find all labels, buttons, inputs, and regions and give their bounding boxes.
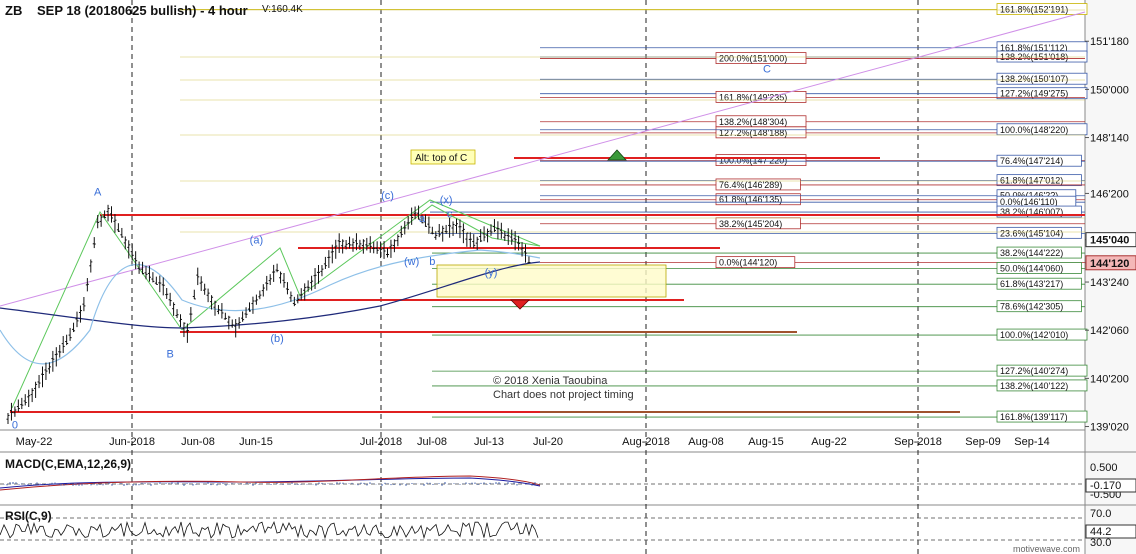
- fib-level-label: 23.6%(145'104): [1000, 228, 1063, 238]
- rsi-tick: 30.0: [1090, 537, 1111, 549]
- rsi-label: RSI(C,9): [5, 509, 52, 523]
- price-axis: 151'180 150'000 148'140 146'200 145'040 144'1…: [1085, 36, 1136, 434]
- chart-window: 161.8%(152'191)161.8%(151'112)138.2%(151…: [0, 0, 1136, 554]
- fib-level-label: 61.8%(143'217): [1000, 279, 1063, 289]
- rsi-tick: 70.0: [1090, 508, 1111, 520]
- volume-label: V:160.4K: [262, 4, 303, 15]
- macd-tick: 0.500: [1090, 462, 1118, 474]
- macd-value: -0.170: [1090, 480, 1121, 492]
- fib-level-label: 76.4%(146'289): [719, 180, 782, 190]
- wave-label: 0: [12, 419, 18, 431]
- fib-level-label: 138.2%(140'122): [1000, 381, 1068, 391]
- time-axis-label: Jul-20: [533, 436, 563, 448]
- time-axis-label: Aug-2018: [622, 436, 670, 448]
- time-axis-label: Jul-13: [474, 436, 504, 448]
- time-axis-label: May-22: [16, 436, 53, 448]
- symbol-label: ZB: [5, 3, 22, 18]
- alt-label: Alt: top of C: [415, 153, 467, 164]
- price-tick-label: 150'000: [1090, 84, 1129, 96]
- current-price-label: 145'040: [1090, 235, 1129, 247]
- wave-label: c: [447, 208, 453, 220]
- time-axis-label: Jun-08: [181, 436, 215, 448]
- price-tick-label: 148'140: [1090, 133, 1129, 145]
- fib-level-label: 161.8%(149'235): [719, 92, 787, 102]
- time-axis-label: Jul-2018: [360, 436, 402, 448]
- wave-label: (a): [250, 235, 263, 247]
- copyright-text: © 2018 Xenia Taoubina: [493, 375, 608, 387]
- price-chart[interactable]: 161.8%(152'191)161.8%(151'112)138.2%(151…: [0, 0, 1136, 554]
- time-axis-label: Sep-2018: [894, 436, 942, 448]
- wave-label: (y): [485, 267, 498, 279]
- price-tick-label: 140'200: [1090, 373, 1129, 385]
- watermark: motivewave.com: [1013, 544, 1080, 554]
- time-axis-label: Jun-15: [239, 436, 273, 448]
- wave-label: (b): [270, 333, 283, 345]
- fib-level-label: 127.2%(140'274): [1000, 366, 1068, 376]
- fib-level-label: 100.0%(148'220): [1000, 125, 1068, 135]
- fib-level-label: 138.2%(150'107): [1000, 74, 1068, 84]
- fib-level-label: 100.0%(142'010): [1000, 330, 1068, 340]
- wave-label: (x): [440, 194, 453, 206]
- price-tick-label: 146'200: [1090, 188, 1129, 200]
- fib-level-label: 61.8%(146'135): [719, 195, 782, 205]
- wave-label: a: [419, 213, 426, 225]
- wave-label: (c): [381, 190, 394, 202]
- fib-level-label: 138.2%(148'304): [719, 117, 787, 127]
- fib-level-label: 127.2%(148'188): [719, 128, 787, 138]
- price-tick-label: 151'180: [1090, 36, 1129, 48]
- time-axis-label: Sep-14: [1014, 436, 1049, 448]
- wave-label: A: [94, 187, 102, 199]
- wave-label: (w): [404, 256, 419, 268]
- time-axis-label: Jul-08: [417, 436, 447, 448]
- timing-note: Chart does not project timing: [493, 389, 634, 401]
- price-tick-label: 143'240: [1090, 277, 1129, 289]
- fib-level-label: 76.4%(147'214): [1000, 156, 1063, 166]
- fib-level-label: 78.6%(142'305): [1000, 302, 1063, 312]
- fib-level-label: 0.0%(144'120): [719, 258, 777, 268]
- price-tick-label: 142'060: [1090, 325, 1129, 337]
- time-axis-label: Jun-2018: [109, 436, 155, 448]
- wave-label: B: [166, 349, 173, 361]
- fib-level-label: 161.8%(139'117): [1000, 412, 1068, 422]
- target-zone-box: [436, 264, 667, 298]
- fib-level-label: 61.8%(147'012): [1000, 176, 1063, 186]
- wave-label: b: [429, 256, 435, 268]
- fib-level-label: 161.8%(152'191): [1000, 5, 1068, 15]
- time-axis-label: Sep-09: [965, 436, 1000, 448]
- fib-level-label: 200.0%(151'000): [719, 54, 787, 64]
- chart-title: SEP 18 (20180625 bullish) - 4 hour: [37, 3, 248, 18]
- fib-level-label: 50.0%(144'060): [1000, 263, 1063, 273]
- time-axis-label: Aug-22: [811, 436, 846, 448]
- time-axis-label: Aug-08: [688, 436, 723, 448]
- price-tick-label: 139'020: [1090, 422, 1129, 434]
- time-axis-label: Aug-15: [748, 436, 783, 448]
- last-price-label: 144'120: [1090, 258, 1129, 270]
- rsi-value: 44.2: [1090, 526, 1111, 538]
- wave-label: C: [763, 63, 771, 75]
- fib-level-label: 38.2%(145'204): [719, 219, 782, 229]
- fib-level-label: 38.2%(144'222): [1000, 248, 1063, 258]
- macd-label: MACD(C,EMA,12,26,9): [5, 457, 131, 471]
